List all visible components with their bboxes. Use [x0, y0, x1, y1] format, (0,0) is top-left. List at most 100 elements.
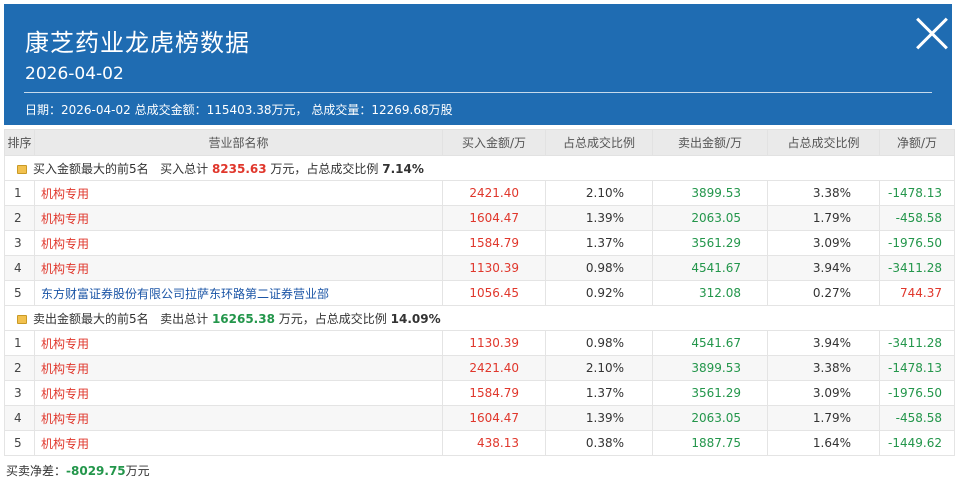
section-total: 8235.63	[211, 161, 267, 176]
buy-ratio: 2.10%	[545, 355, 653, 381]
sell-amount: 2063.05	[652, 205, 768, 231]
sell-ratio: 3.38%	[767, 355, 880, 381]
section-ratio: 7.14%	[382, 161, 424, 176]
col-branch: 营业部名称	[34, 129, 443, 156]
table-row[interactable]: 5 东方财富证券股份有限公司拉萨东环路第二证券营业部 1056.45 0.92% 312…	[4, 280, 955, 306]
close-icon[interactable]	[916, 18, 948, 50]
sell-section-header: 卖出金额最大的前5名 卖出总计 16265.38 万元，占总成交比例 14.09…	[4, 305, 955, 331]
table-header-row: 排序 营业部名称 买入金额/万 占总成交比例 卖出金额/万 占总成交比例 净额/…	[4, 129, 955, 156]
net-amount: -1449.62	[879, 430, 955, 456]
sell-amount: 312.08	[652, 280, 768, 306]
buy-ratio: 0.98%	[545, 255, 653, 281]
row-rank: 5	[4, 280, 35, 306]
buy-amount: 438.13	[442, 430, 546, 456]
row-rank: 4	[4, 405, 35, 431]
table-row[interactable]: 1 机构专用 1130.39 0.98% 4541.67 3.94% -3411.28	[4, 330, 955, 356]
section-cell: 卖出金额最大的前5名 卖出总计 16265.38 万元，占总成交比例 14.09…	[4, 305, 955, 331]
table-row[interactable]: 4 机构专用 1604.47 1.39% 2063.05 1.79% -458.58	[4, 405, 955, 431]
col-buy-pct: 占总成交比例	[545, 129, 653, 156]
buy-ratio: 2.10%	[545, 180, 653, 206]
branch-name-link[interactable]: 机构专用	[34, 355, 443, 381]
sell-ratio: 0.27%	[767, 280, 880, 306]
section-total-label: 卖出总计	[160, 311, 209, 326]
branch-name-link[interactable]: 机构专用	[34, 430, 443, 456]
row-rank: 2	[4, 355, 35, 381]
page-title: 康芝药业龙虎榜数据	[25, 29, 250, 57]
sell-ratio: 3.94%	[767, 255, 880, 281]
volume-label: 总成交量：	[311, 103, 372, 117]
sell-ratio: 3.09%	[767, 230, 880, 256]
col-sell: 卖出金额/万	[652, 129, 768, 156]
folder-icon	[17, 164, 27, 174]
sell-ratio: 1.79%	[767, 405, 880, 431]
buy-ratio: 0.98%	[545, 330, 653, 356]
folder-icon	[17, 314, 27, 324]
sell-amount: 4541.67	[652, 255, 768, 281]
volume-value: 12269.68万股	[371, 103, 453, 117]
row-rank: 3	[4, 230, 35, 256]
section-total-label: 买入总计	[160, 161, 209, 176]
net-amount: -458.58	[879, 205, 955, 231]
table-row[interactable]: 2 机构专用 2421.40 2.10% 3899.53 3.38% -1478.13	[4, 355, 955, 381]
buy-amount: 2421.40	[442, 180, 546, 206]
net-amount: 744.37	[879, 280, 955, 306]
branch-name-link[interactable]: 机构专用	[34, 180, 443, 206]
buy-ratio: 0.92%	[545, 280, 653, 306]
net-amount: -458.58	[879, 405, 955, 431]
sell-amount: 2063.05	[652, 405, 768, 431]
header-divider	[24, 92, 932, 93]
buy-amount: 1130.39	[442, 330, 546, 356]
sell-amount: 3899.53	[652, 355, 768, 381]
row-rank: 1	[4, 330, 35, 356]
col-sell-pct: 占总成交比例	[767, 129, 880, 156]
section-total-unit: 万元，占总成交比例	[270, 161, 379, 176]
net-amount: -1478.13	[879, 355, 955, 381]
sell-amount: 3561.29	[652, 380, 768, 406]
net-difference-value: -8029.75	[66, 464, 126, 478]
page-date: 2026-04-02	[25, 64, 124, 84]
branch-name-link[interactable]: 东方财富证券股份有限公司拉萨东环路第二证券营业部	[34, 280, 443, 306]
branch-name-link[interactable]: 机构专用	[34, 380, 443, 406]
table-row[interactable]: 3 机构专用 1584.79 1.37% 3561.29 3.09% -1976.50	[4, 380, 955, 406]
table-row[interactable]: 4 机构专用 1130.39 0.98% 4541.67 3.94% -3411.28	[4, 255, 955, 281]
buy-amount: 1604.47	[442, 405, 546, 431]
buy-ratio: 1.39%	[545, 405, 653, 431]
summary-date: 2026-04-02	[61, 103, 131, 117]
table-row[interactable]: 1 机构专用 2421.40 2.10% 3899.53 3.38% -1478.13	[4, 180, 955, 206]
net-amount: -3411.28	[879, 330, 955, 356]
buy-amount: 2421.40	[442, 355, 546, 381]
table-row[interactable]: 3 机构专用 1584.79 1.37% 3561.29 3.09% -1976.50	[4, 230, 955, 256]
section-cell: 买入金额最大的前5名 买入总计 8235.63 万元，占总成交比例 7.14%	[4, 155, 955, 181]
row-rank: 3	[4, 380, 35, 406]
net-amount: -1976.50	[879, 230, 955, 256]
col-net: 净额/万	[879, 129, 955, 156]
branch-name-link[interactable]: 机构专用	[34, 205, 443, 231]
branch-name-link[interactable]: 机构专用	[34, 405, 443, 431]
net-amount: -1976.50	[879, 380, 955, 406]
dragon-tiger-table: 排序 营业部名称 买入金额/万 占总成交比例 卖出金额/万 占总成交比例 净额/…	[4, 129, 955, 456]
buy-ratio: 0.38%	[545, 430, 653, 456]
buy-amount: 1130.39	[442, 255, 546, 281]
buy-section-header: 买入金额最大的前5名 买入总计 8235.63 万元，占总成交比例 7.14%	[4, 155, 955, 181]
net-amount: -1478.13	[879, 180, 955, 206]
sell-ratio: 1.64%	[767, 430, 880, 456]
net-difference-unit: 万元	[125, 464, 150, 478]
col-buy: 买入金额/万	[442, 129, 546, 156]
branch-name-link[interactable]: 机构专用	[34, 255, 443, 281]
buy-amount: 1056.45	[442, 280, 546, 306]
turnover-value: 115403.38万元	[206, 103, 296, 117]
sell-ratio: 3.94%	[767, 330, 880, 356]
sell-ratio: 1.79%	[767, 205, 880, 231]
sell-amount: 4541.67	[652, 330, 768, 356]
sell-amount: 3561.29	[652, 230, 768, 256]
col-rank: 排序	[4, 129, 35, 156]
row-rank: 1	[4, 180, 35, 206]
section-total-unit: 万元，占总成交比例	[278, 311, 387, 326]
branch-name-link[interactable]: 机构专用	[34, 230, 443, 256]
row-rank: 4	[4, 255, 35, 281]
summary-date-label: 日期：	[25, 103, 62, 117]
branch-name-link[interactable]: 机构专用	[34, 330, 443, 356]
table-row[interactable]: 2 机构专用 1604.47 1.39% 2063.05 1.79% -458.58	[4, 205, 955, 231]
section-label: 买入金额最大的前5名	[33, 161, 149, 176]
table-row[interactable]: 5 机构专用 438.13 0.38% 1887.75 1.64% -1449.62	[4, 430, 955, 456]
